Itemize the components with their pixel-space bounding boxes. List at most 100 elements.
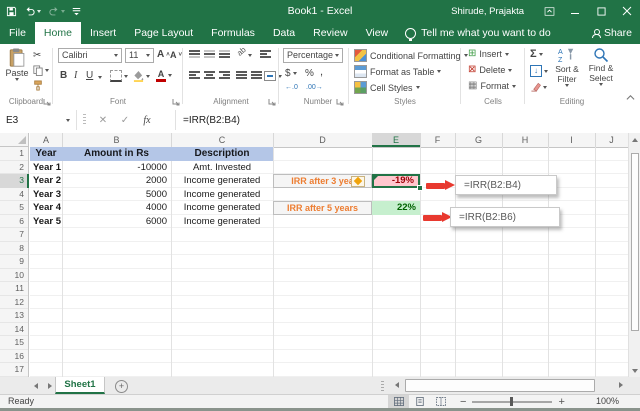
row-header-11[interactable]: 11 [0, 282, 29, 296]
row-header-12[interactable]: 12 [0, 296, 29, 310]
wrap-text-button[interactable] [260, 50, 271, 58]
insert-cells-button[interactable]: ⊞ Insert [468, 49, 509, 59]
zoom-in-icon[interactable]: + [558, 396, 564, 408]
align-right-button[interactable] [219, 71, 230, 79]
tab-home[interactable]: Home [34, 22, 81, 44]
scroll-left-icon[interactable] [395, 382, 399, 388]
horizontal-scroll-thumb[interactable] [405, 379, 595, 392]
column-header-i[interactable]: I [548, 133, 595, 147]
cell-c1[interactable]: Description [171, 147, 273, 161]
cancel-icon[interactable]: ✕ [92, 115, 114, 126]
borders-button[interactable] [110, 70, 128, 82]
column-header-e[interactable]: E [372, 133, 420, 147]
column-header-b[interactable]: B [62, 133, 171, 147]
alignment-dialog-launcher-icon[interactable] [268, 98, 276, 106]
cell-d5-irr-label[interactable]: IRR after 5 years [273, 201, 372, 215]
cell-e3-active[interactable]: -19% [372, 174, 420, 188]
row-header-16[interactable]: 16 [0, 350, 29, 364]
tab-view[interactable]: View [357, 22, 398, 44]
increase-decimal-button[interactable]: ←.0 [285, 84, 298, 91]
number-dialog-launcher-icon[interactable] [336, 98, 344, 106]
scroll-right-icon[interactable] [619, 382, 623, 388]
number-format-combo[interactable]: Percentage [283, 48, 343, 63]
cell-styles-button[interactable]: Cell Styles [354, 81, 420, 94]
bold-button[interactable]: B [60, 70, 67, 81]
scroll-up-icon[interactable] [629, 133, 640, 146]
cell-e5-irr-value[interactable]: 22% [372, 201, 420, 215]
sort-filter-button[interactable]: AZ Sort & Filter [550, 47, 584, 87]
format-painter-button[interactable] [33, 80, 43, 91]
align-top-button[interactable] [189, 50, 200, 58]
tell-me-box[interactable]: Tell me what you want to do [405, 22, 551, 44]
decrease-decimal-button[interactable]: .00→ [306, 84, 323, 91]
cell-c4[interactable]: Income generated [171, 188, 273, 202]
cell-c6[interactable]: Income generated [171, 215, 273, 229]
cell-b6[interactable]: 6000 [62, 215, 171, 229]
formula-callout-1[interactable]: =IRR(B2:B4) [455, 175, 557, 195]
align-middle-button[interactable] [204, 50, 215, 58]
orientation-dropdown-icon[interactable] [248, 54, 252, 57]
find-select-button[interactable]: Find & Select [584, 47, 618, 86]
name-box-dropdown-icon[interactable] [66, 118, 70, 122]
column-header-c[interactable]: C [171, 133, 273, 147]
cell-b5[interactable]: 4000 [62, 201, 171, 215]
share-button[interactable]: Share [591, 22, 632, 44]
page-layout-view-icon[interactable] [409, 395, 430, 408]
font-dialog-launcher-icon[interactable] [172, 98, 180, 106]
zoom-out-icon[interactable]: − [460, 396, 466, 408]
orientation-button[interactable]: ab [235, 45, 248, 58]
zoom-slider[interactable] [472, 397, 553, 406]
maximize-button[interactable] [588, 0, 614, 22]
paste-button[interactable]: Paste [4, 48, 30, 81]
autosum-button[interactable]: Σ [530, 48, 543, 60]
minimize-button[interactable] [562, 0, 588, 22]
insert-function-icon[interactable]: fx [136, 115, 158, 126]
column-header-f[interactable]: F [420, 133, 455, 147]
tab-formulas[interactable]: Formulas [202, 22, 264, 44]
formula-callout-2[interactable]: =IRR(B2:B6) [450, 207, 560, 227]
sheet-tab-sheet1[interactable]: Sheet1 [55, 377, 105, 394]
tab-page-layout[interactable]: Page Layout [125, 22, 202, 44]
row-header-5[interactable]: 5 [0, 201, 29, 215]
font-name-combo[interactable]: Calibri [58, 48, 122, 63]
scroll-down-icon[interactable] [629, 364, 640, 377]
user-name[interactable]: Shirude, Prajakta [451, 6, 524, 17]
copy-button[interactable] [33, 65, 49, 76]
row-header-15[interactable]: 15 [0, 336, 29, 350]
select-all-button[interactable] [0, 133, 29, 147]
tab-file[interactable]: File [0, 22, 35, 44]
align-bottom-button[interactable] [219, 50, 230, 58]
decrease-indent-button[interactable] [236, 71, 247, 79]
tab-insert[interactable]: Insert [81, 22, 125, 44]
fill-color-button[interactable] [133, 70, 150, 82]
zoom-slider-thumb[interactable] [510, 397, 514, 406]
prev-sheet-icon[interactable] [34, 383, 38, 389]
tab-data[interactable]: Data [264, 22, 304, 44]
name-box[interactable]: E3 [0, 110, 77, 130]
formula-bar-grip[interactable] [83, 114, 86, 126]
row-header-17[interactable]: 17 [0, 363, 29, 377]
format-as-table-button[interactable]: Format as Table [354, 65, 442, 78]
clear-button[interactable] [530, 82, 547, 92]
conditional-formatting-button[interactable]: Conditional Formatting [354, 49, 468, 62]
cell-b2[interactable]: -10000 [62, 161, 171, 175]
row-header-9[interactable]: 9 [0, 255, 29, 269]
cell-b1[interactable]: Amount in Rs [62, 147, 171, 161]
clipboard-dialog-launcher-icon[interactable] [43, 98, 51, 106]
column-header-h[interactable]: H [502, 133, 548, 147]
increase-indent-button[interactable] [251, 71, 262, 79]
collapse-ribbon-icon[interactable] [626, 94, 635, 104]
row-header-8[interactable]: 8 [0, 242, 29, 256]
cell-c3[interactable]: Income generated [171, 174, 273, 188]
row-header-2[interactable]: 2 [0, 161, 29, 175]
font-color-button[interactable]: A [156, 69, 172, 82]
fill-handle[interactable] [417, 185, 423, 191]
normal-view-icon[interactable] [388, 395, 409, 408]
vertical-scroll-thumb[interactable] [630, 153, 639, 331]
underline-button[interactable]: U [86, 70, 93, 81]
cell-a6[interactable]: Year 5 [30, 215, 62, 229]
column-header-d[interactable]: D [273, 133, 372, 147]
row-header-1[interactable]: 1 [0, 147, 29, 161]
cell-a3[interactable]: Year 2 [30, 174, 62, 188]
cell-a5[interactable]: Year 4 [30, 201, 62, 215]
